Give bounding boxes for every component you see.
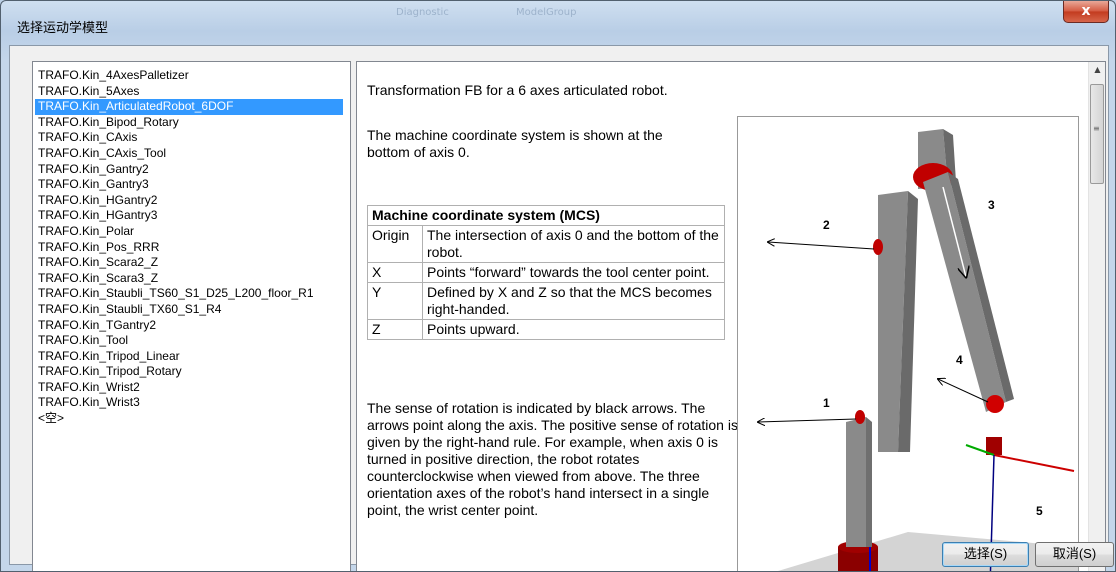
rotation-text: The sense of rotation is indicated by bl… [367,400,738,518]
description-panel[interactable]: Transformation FB for a 6 axes articulat… [356,61,1106,571]
list-item[interactable]: TRAFO.Kin_Pos_RRR [35,240,343,256]
scroll-up-icon[interactable]: ▲ [1089,65,1105,79]
joint-1 [855,410,865,424]
list-item[interactable]: TRAFO.Kin_HGantry3 [35,208,343,224]
robot-illustration: 1 2 3 4 5 [738,129,1078,571]
floor-plane [778,532,1078,571]
list-item[interactable]: TRAFO.Kin_Scara3_Z [35,271,343,287]
row-key: Y [367,282,423,320]
list-item[interactable]: TRAFO.Kin_Polar [35,224,343,240]
list-item[interactable]: TRAFO.Kin_CAxis_Tool [35,146,343,162]
list-item[interactable]: TRAFO.Kin_Tripod_Linear [35,349,343,365]
grip-icon: ≡ [1093,124,1100,133]
table-row: X Points “forward” towards the tool cente… [367,262,725,283]
list-item[interactable]: TRAFO.Kin_Gantry3 [35,177,343,193]
list-item[interactable]: <空> [35,411,343,427]
lower-column [846,417,866,547]
axis-label-3: 3 [988,198,995,212]
list-item[interactable]: TRAFO.Kin_Tripod_Rotary [35,364,343,380]
select-button[interactable]: 选择(S) [942,542,1029,567]
robot-figure: 1 2 3 4 5 [737,116,1079,571]
table-row: Z Points upward. [367,319,725,340]
list-item[interactable]: TRAFO.Kin_TGantry2 [35,318,343,334]
axis-label-1: 1 [823,396,830,410]
row-value: Defined by X and Z so that the MCS becom… [422,282,725,320]
mcs-table-header: Machine coordinate system (MCS) [367,205,725,226]
row-key: Z [367,319,423,340]
table-row: Origin The intersection of axis 0 and the… [367,225,725,263]
axis-label-5: 5 [1036,504,1043,518]
list-item[interactable]: TRAFO.Kin_4AxesPalletizer [35,68,343,84]
row-value: The intersection of axis 0 and the botto… [422,225,725,263]
list-item[interactable]: TRAFO.Kin_ArticulatedRobot_6DOF [35,99,343,115]
list-item[interactable]: TRAFO.Kin_Staubli_TS60_S1_D25_L200_floor… [35,286,343,302]
joint-4 [986,395,1004,413]
tool-x-axis [993,454,1075,472]
scroll-thumb[interactable]: ≡ [1090,84,1104,184]
mcs-text: The machine coordinate system is shown a… [367,127,663,160]
list-item[interactable]: TRAFO.Kin_Gantry2 [35,162,343,178]
list-item[interactable]: TRAFO.Kin_Wrist2 [35,380,343,396]
list-item[interactable]: TRAFO.Kin_Scara2_Z [35,255,343,271]
axis-label-2: 2 [823,218,830,232]
title-bar[interactable]: Diagnostic ModelGroup 选择运动学模型 x [1,1,1115,45]
kinematic-model-list[interactable]: TRAFO.Kin_4AxesPalletizer TRAFO.Kin_5Axes… [32,61,351,571]
dialog-window: Diagnostic ModelGroup 选择运动学模型 x TRAFO.Ki… [0,0,1116,572]
background-ghost-label: ModelGroup [516,7,577,18]
list-item[interactable]: TRAFO.Kin_Bipod_Rotary [35,115,343,131]
row-value: Points upward. [422,319,725,340]
table-row: Y Defined by X and Z so that the MCS beco… [367,282,725,320]
cancel-button[interactable]: 取消(S) [1035,542,1114,567]
close-button[interactable]: x [1063,1,1109,23]
row-key: X [367,262,423,283]
list-item[interactable]: TRAFO.Kin_Staubli_TX60_S1_R4 [35,302,343,318]
row-key: Origin [367,225,423,263]
list-item[interactable]: TRAFO.Kin_5Axes [35,84,343,100]
list-item[interactable]: TRAFO.Kin_HGantry2 [35,193,343,209]
joint-2 [873,239,883,255]
list-item[interactable]: TRAFO.Kin_Wrist3 [35,395,343,411]
close-icon: x [1081,3,1091,19]
mcs-table: Machine coordinate system (MCS) Origin Th… [367,205,725,340]
dialog-client-area: TRAFO.Kin_4AxesPalletizer TRAFO.Kin_5Axes… [9,45,1114,571]
list-item[interactable]: TRAFO.Kin_Tool [35,333,343,349]
intro-text: Transformation FB for a 6 axes articulat… [367,82,668,98]
row-value: Points “forward” towards the tool center… [422,262,725,283]
axis-label-4: 4 [956,353,963,367]
background-ghost-label: Diagnostic [396,7,449,18]
vertical-scrollbar[interactable]: ▲ ≡ ▼ [1088,62,1105,571]
list-item[interactable]: TRAFO.Kin_CAxis [35,130,343,146]
window-title: 选择运动学模型 [17,21,109,36]
